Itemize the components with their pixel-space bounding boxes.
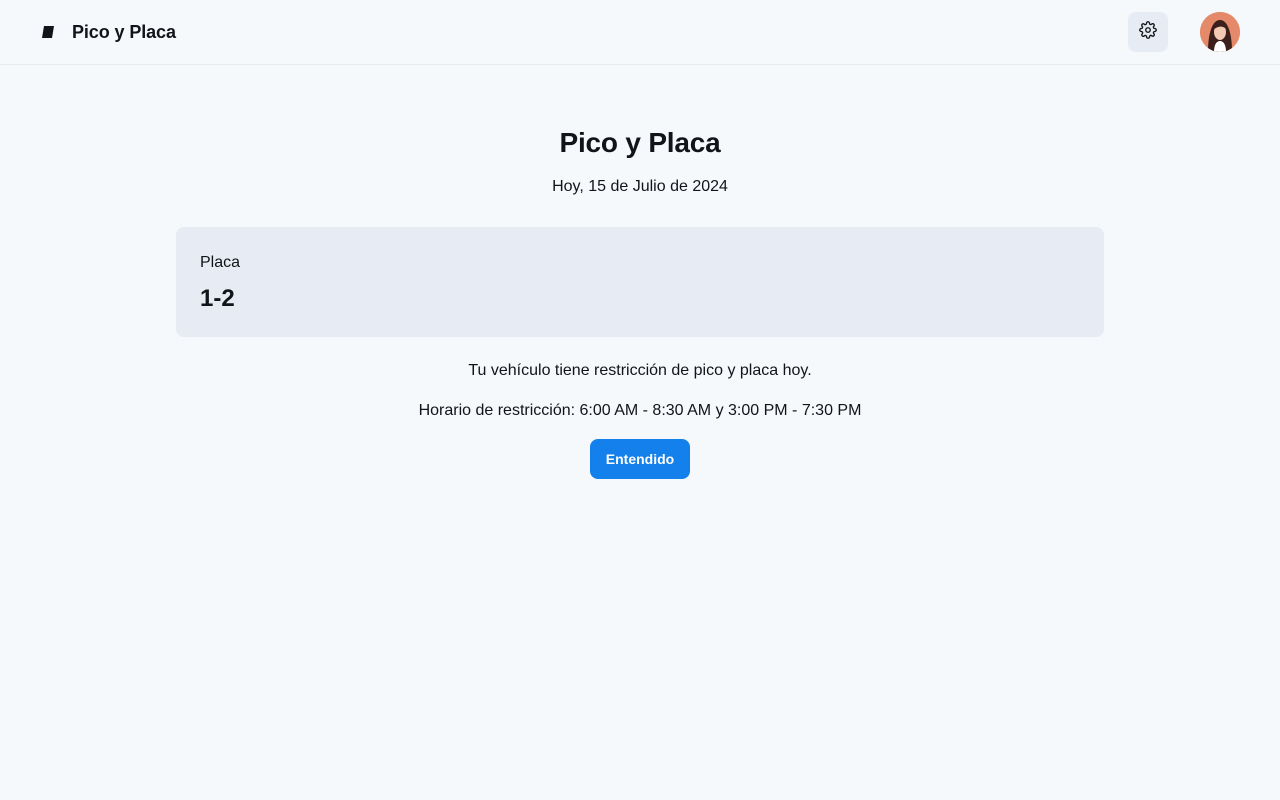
brand: Pico y Placa bbox=[40, 22, 176, 43]
gear-icon bbox=[1139, 20, 1157, 44]
brand-title: Pico y Placa bbox=[72, 21, 176, 42]
page-title: Pico y Placa bbox=[559, 127, 721, 158]
settings-button[interactable] bbox=[1128, 12, 1168, 52]
plate-card: Placa 1-2 bbox=[176, 227, 1104, 337]
understood-button[interactable]: Entendido bbox=[590, 439, 690, 479]
user-avatar[interactable] bbox=[1200, 12, 1240, 52]
current-date: Hoy, 15 de Julio de 2024 bbox=[552, 178, 728, 195]
traffic-sign-icon bbox=[40, 24, 56, 40]
plate-label: Placa bbox=[200, 254, 241, 271]
main-content: Pico y Placa Hoy, 15 de Julio de 2024 Pl… bbox=[0, 65, 1280, 479]
top-navigation-bar: Pico y Placa bbox=[0, 0, 1280, 65]
restriction-schedule: Horario de restricción: 6:00 AM - 8:30 A… bbox=[418, 402, 862, 419]
plate-digits: 1-2 bbox=[200, 285, 235, 312]
header-actions bbox=[1128, 12, 1240, 52]
restriction-message: Tu vehículo tiene restricción de pico y … bbox=[468, 362, 812, 379]
